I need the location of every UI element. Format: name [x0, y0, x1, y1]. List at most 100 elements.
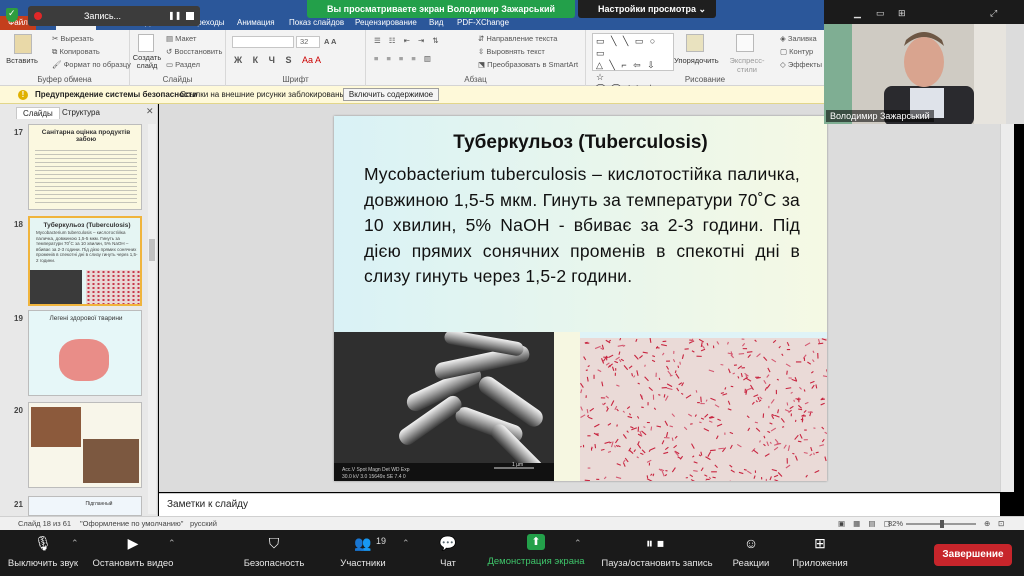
canvas-scrollbar[interactable] [1000, 104, 1014, 492]
recording-indicator: Запись... ❚❚ [28, 6, 200, 26]
arrange-button[interactable]: Упорядочить [674, 56, 719, 65]
list-buttons[interactable]: ☰ ☷ ⇤ ⇥ ⇅ [374, 36, 442, 45]
view-mode-icons[interactable]: ▣ ▦ ▤ ▢ [838, 519, 894, 528]
tab-slideshow[interactable]: Показ слайдов [284, 16, 349, 30]
theme-name[interactable]: "Оформление по умолчанию" [80, 519, 183, 528]
shapes-gallery[interactable]: ▭ ╲ ╲ ▭ ○ ▭△ ╲ ⌐ ⇦ ⇩ ☆⌒ ⌒ { } ☆ ▾ [592, 33, 674, 94]
pause-stop-icon: ⏸⏹ [646, 535, 668, 551]
cut-button[interactable]: ✂ Вырезать [52, 34, 94, 43]
stop-recording-icon[interactable] [186, 12, 194, 20]
view-settings-button[interactable]: Настройки просмотра ⌄ [578, 0, 716, 18]
bacillus-mark [781, 426, 785, 428]
slide-thumb-row[interactable]: 19 Легені здорової тварини [0, 310, 158, 398]
gallery-icon[interactable]: ⊞ [898, 8, 906, 19]
slide-thumbnail[interactable]: Санітарна оцінка продуктів забою [28, 124, 142, 210]
slide-body-text[interactable]: Mycobacterium tuberculosis – кислотостій… [364, 162, 800, 290]
slide-notes[interactable]: Заметки к слайду [159, 493, 1000, 516]
layout-button[interactable]: ▤ Макет [166, 34, 196, 43]
format-painter-button[interactable]: 🖌 Формат по образцу [52, 60, 131, 69]
font-color-icon[interactable]: Aa A [302, 55, 321, 65]
tab-outline[interactable]: Структура [56, 107, 106, 119]
chevron-up-icon[interactable]: ⌃ [71, 538, 79, 549]
bacillus-mark [586, 408, 589, 414]
chevron-up-icon[interactable]: ⌃ [574, 538, 582, 549]
end-meeting-button[interactable]: Завершение [934, 544, 1012, 566]
slide-number: 17 [14, 128, 23, 137]
chevron-up-icon[interactable]: ⌃ [168, 538, 176, 549]
reset-button[interactable]: ↺ Восстановить [166, 47, 222, 56]
minimize-icon[interactable]: ▁ [854, 8, 861, 19]
bacillus-mark [679, 361, 681, 365]
shape-outline-button[interactable]: ▢ Контур [780, 47, 813, 56]
shape-fill-button[interactable]: ◈ Заливка [780, 34, 817, 43]
bacillus-mark [644, 364, 646, 367]
zoom-level[interactable]: 82% [888, 519, 903, 528]
language[interactable]: русский [190, 519, 217, 528]
pause-recording-icon[interactable]: ❚❚ [168, 11, 181, 20]
scrollbar-thumb[interactable] [149, 239, 155, 261]
view-settings-label: Настройки просмотра [598, 4, 697, 14]
section-label: Раздел [175, 60, 200, 69]
shape-effects-label: Эффекты [787, 60, 822, 69]
font-size-select[interactable]: 32 [296, 36, 320, 48]
new-slide-button[interactable]: Создать слайд [132, 54, 162, 70]
zoom-in-icon[interactable]: ⊕ [984, 519, 990, 528]
zoom-slider-knob[interactable] [940, 520, 944, 528]
slide-thumbnail[interactable]: Легені здорової тварини [28, 310, 142, 396]
enable-content-button[interactable]: Включить содержимое [343, 88, 439, 101]
slide-thumbnail-selected[interactable]: Туберкульоз (Tuberculosis) Mycobacterium… [28, 216, 142, 306]
tab-review[interactable]: Рецензирование [350, 16, 422, 30]
slide-thumb-row[interactable]: 18 Туберкульоз (Tuberculosis) Mycobacter… [0, 216, 158, 308]
layout-icon[interactable]: ▭ [876, 8, 885, 19]
copy-button[interactable]: ⧉ Копировать [52, 47, 100, 57]
align-buttons[interactable]: ≡ ≡ ≡ ≡ ▥ [374, 54, 434, 63]
webcam-video[interactable] [824, 24, 1006, 124]
font-family-select[interactable] [232, 36, 294, 48]
text-direction-button[interactable]: ⇵ Направление текста [478, 34, 557, 43]
grow-font-icon[interactable]: A A [324, 37, 336, 46]
bacillus-mark [720, 363, 724, 366]
group-clipboard: Вставить ✂ Вырезать ⧉ Копировать 🖌 Форма… [0, 30, 131, 86]
micrograph-metadata: Acc.V Spot Magn Det WD Exp [342, 467, 410, 473]
apps-button[interactable]: ⊞ Приложения [788, 534, 852, 569]
tab-slides[interactable]: Слайды [16, 107, 60, 119]
bacillus-mark [815, 451, 819, 454]
expand-icon[interactable]: ⤢ [990, 8, 997, 19]
shield-check-icon[interactable] [6, 8, 18, 22]
tab-pdf-xchange[interactable]: PDF-XChange [452, 16, 514, 30]
tab-view[interactable]: Вид [424, 16, 448, 30]
reactions-button[interactable]: ☺ Реакции [728, 534, 774, 569]
align-text-button[interactable]: ⇳ Выровнять текст [478, 47, 545, 56]
slide-thumbnail[interactable] [28, 402, 142, 488]
slide-thumb-row[interactable]: 17 Санітарна оцінка продуктів забою [0, 124, 158, 214]
security-button[interactable]: ⛉ Безопасность [240, 534, 308, 569]
slide-title[interactable]: Туберкульоз (Tuberculosis) [334, 132, 827, 154]
group-font-label: Шрифт [282, 75, 309, 84]
font-style-buttons[interactable]: Ж К Ч S [234, 55, 295, 65]
current-slide[interactable]: Туберкульоз (Tuberculosis) Mycobacterium… [334, 116, 827, 481]
pane-scrollbar[interactable] [148, 124, 156, 514]
chat-button[interactable]: 💬 Чат [428, 534, 468, 569]
share-screen-button[interactable]: ⬆ Демонстрация экрана [484, 534, 588, 567]
shape-effects-button[interactable]: ◇ Эффекты [780, 60, 822, 69]
chevron-up-icon[interactable]: ⌃ [402, 538, 410, 549]
meeting-toolbar: 🎙 Выключить звук ⌃ ▶ Остановить видео ⌃ ⛉ Б… [0, 530, 1024, 576]
quick-styles-button[interactable]: Экспресс-стили [720, 56, 774, 74]
fit-to-window-icon[interactable]: ⊡ [998, 519, 1004, 528]
smartart-button[interactable]: ⬔ Преобразовать в SmartArt [478, 60, 578, 69]
stop-video-button[interactable]: ▶ Остановить видео [88, 534, 178, 569]
slide-thumbnail[interactable]: Підгланный [28, 496, 142, 516]
micrograph-image[interactable]: Acc.V Spot Magn Det WD Exp 30.0 kV 3.0 1… [334, 332, 554, 481]
slide-thumb-row[interactable]: 20 [0, 402, 158, 494]
slide-thumb-row[interactable]: 21 Підгланный [0, 496, 158, 516]
section-button[interactable]: ▭ Раздел [166, 60, 200, 69]
acid-fast-stain-image[interactable] [580, 338, 827, 481]
security-warning-bar: ! Предупреждение системы безопасности Сс… [0, 86, 824, 104]
bacillus-mark [594, 443, 597, 449]
close-icon[interactable]: ✕ [146, 106, 154, 117]
security-label: Безопасность [243, 558, 305, 569]
tab-animation[interactable]: Анимация [232, 16, 280, 30]
pause-stop-recording-button[interactable]: ⏸⏹ Пауза/остановить запись [598, 534, 716, 569]
cut-label: Вырезать [60, 34, 94, 43]
paste-button[interactable]: Вставить [6, 56, 38, 65]
